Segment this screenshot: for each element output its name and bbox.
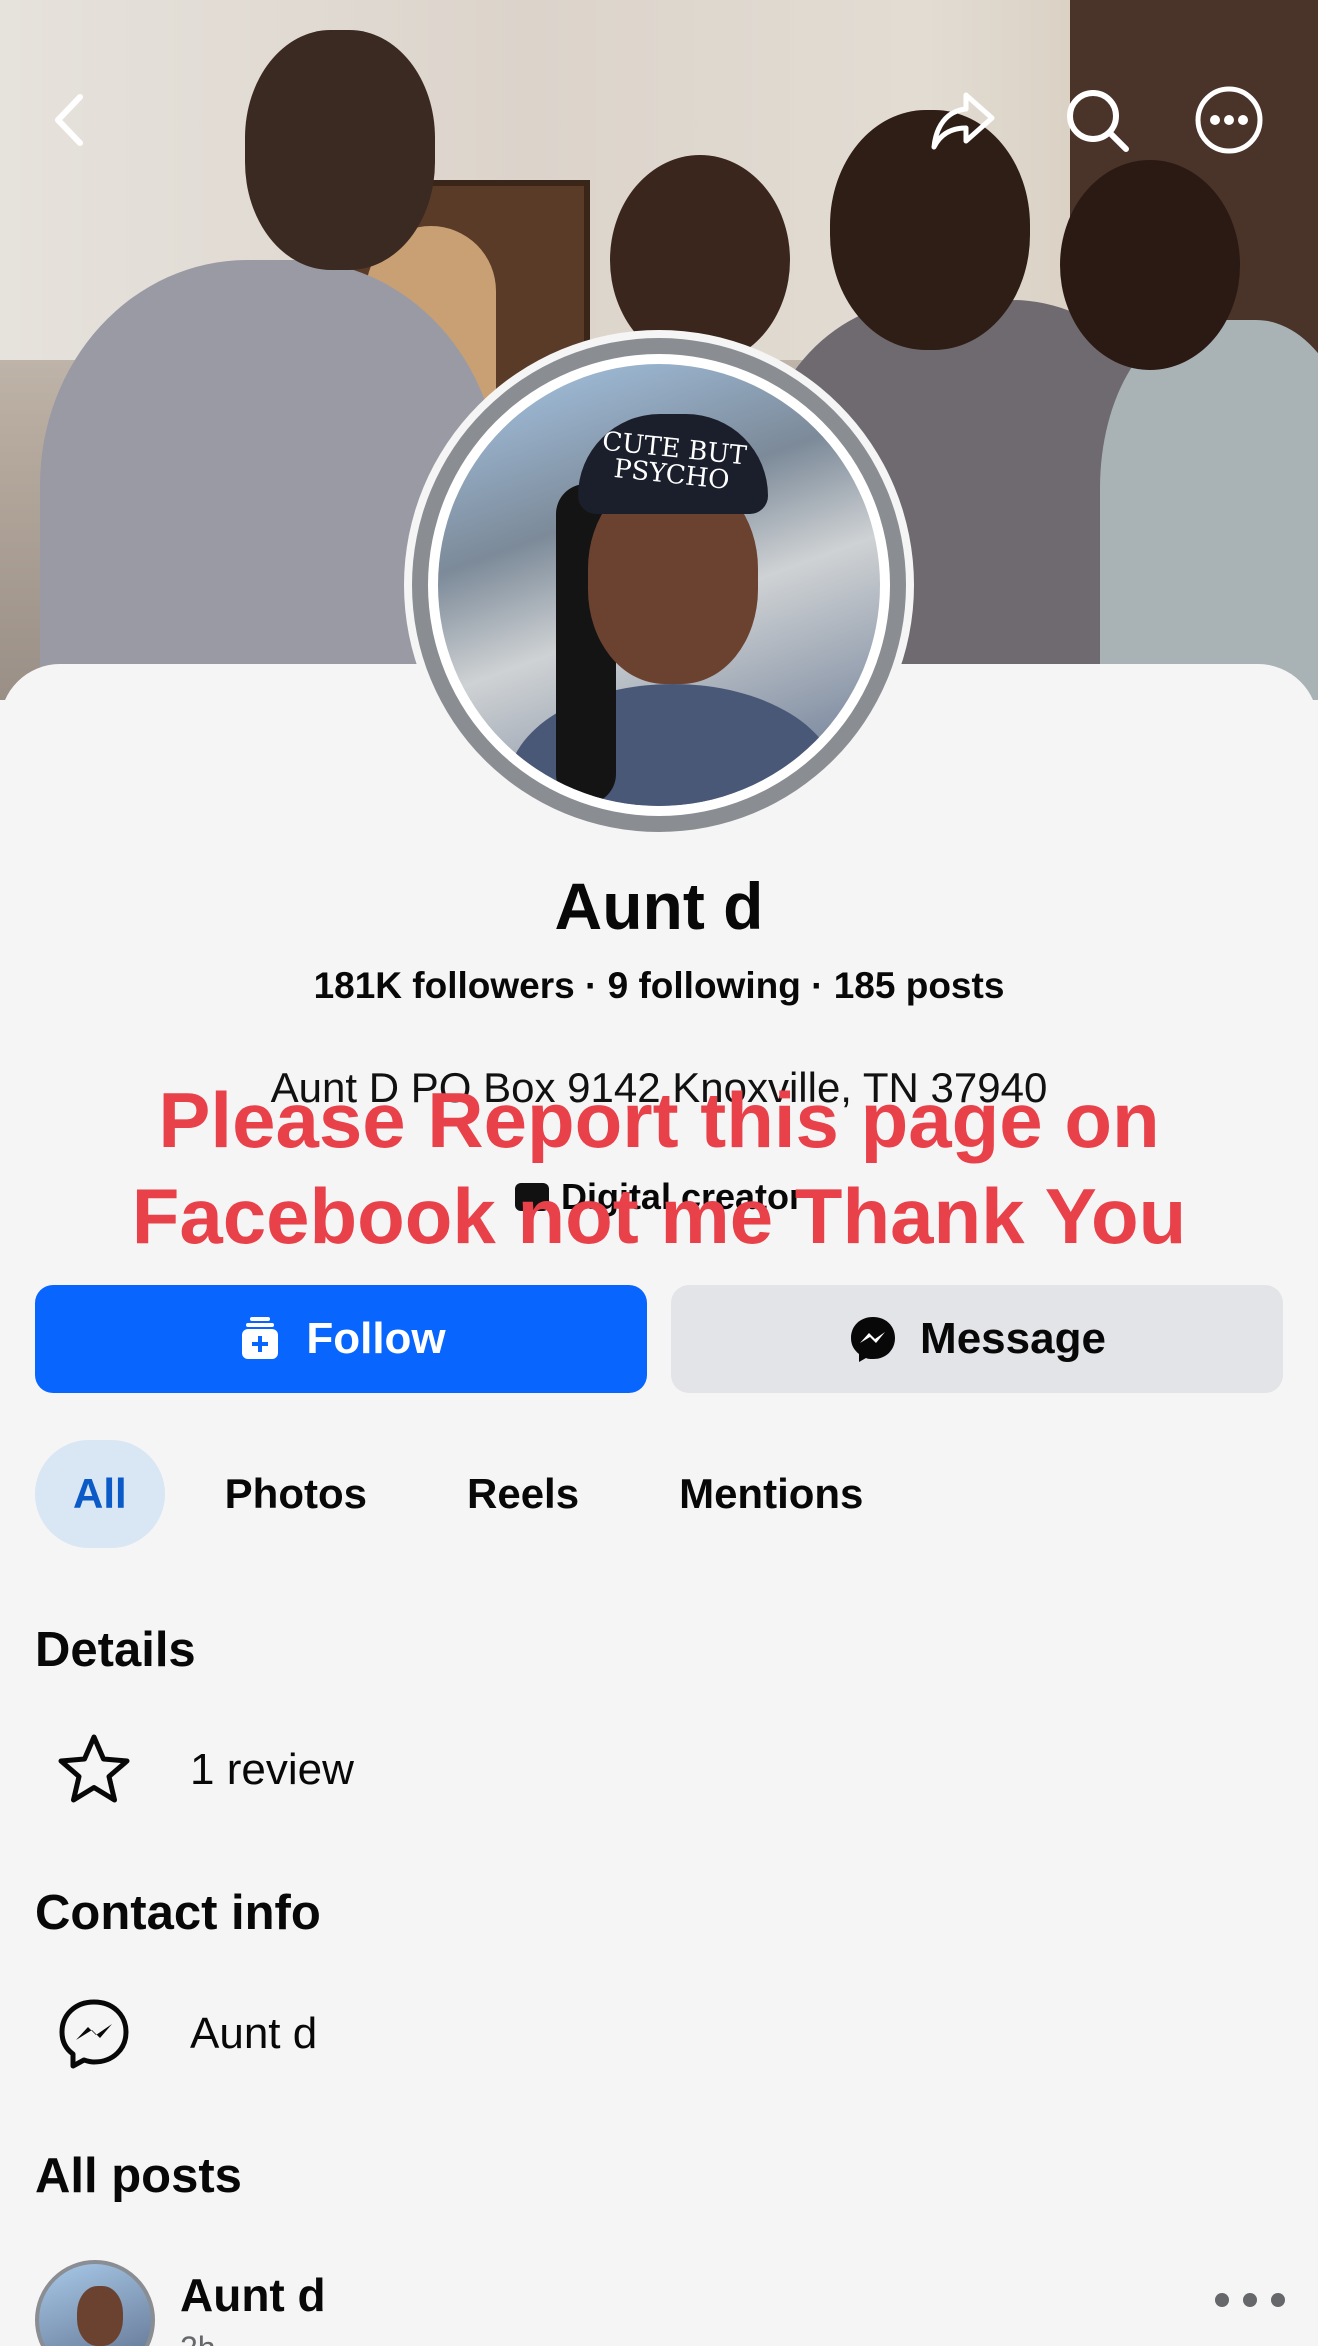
tab-reels[interactable]: Reels [427,1440,619,1548]
video-camera-icon [514,1183,549,1211]
messenger-outline-icon [59,1999,129,2069]
category-label: Digital creator [560,1176,804,1217]
search-button[interactable] [1062,85,1132,155]
follow-button[interactable]: Follow [35,1285,647,1393]
messenger-contact-row[interactable]: Aunt d [56,1996,317,2072]
dot-icon [1243,2293,1257,2307]
more-options-button[interactable] [1194,85,1264,155]
back-button[interactable] [36,85,106,155]
reviews-text: 1 review [190,1745,354,1794]
chevron-left-icon [55,94,83,146]
followers-count[interactable]: 181K [314,965,402,1006]
posts-count: 185 [833,965,896,1006]
content-tabs: All Photos Reels Mentions [35,1440,923,1548]
profile-category: Digital creator [0,1176,1318,1218]
star-icon [58,1734,130,1803]
post-author-name[interactable]: Aunt d [180,2268,326,2322]
stats-separator: · [811,965,824,1006]
following-label[interactable]: following [638,965,800,1006]
tab-all[interactable]: All [35,1440,165,1548]
follow-label: Follow [306,1314,446,1363]
post-more-button[interactable] [1215,2280,1285,2320]
post-timestamp: 2h · [180,2330,235,2346]
avatar-ring: CUTE BUT PSYCHO [412,338,906,832]
profile-address: Aunt D PO Box 9142 Knoxville, TN 37940 [270,1064,1048,1111]
dot-icon [1215,2293,1229,2307]
messenger-contact-name: Aunt d [190,2009,318,2058]
post-header: Aunt d 2h · [35,2260,1285,2346]
follow-icon [242,1317,279,1359]
search-icon [1067,90,1129,152]
profile-stats: 181K followers · 9 following · 185 posts [0,965,1318,1007]
profile-avatar[interactable]: CUTE BUT PSYCHO [404,330,914,840]
followers-label[interactable]: followers [412,965,574,1006]
details-heading: Details [35,1623,196,1677]
tab-mentions[interactable]: Mentions [639,1440,903,1548]
tab-photos[interactable]: Photos [185,1440,407,1548]
profile-name: Aunt d [554,869,764,943]
following-count[interactable]: 9 [608,965,629,1006]
avatar-inner: CUTE BUT PSYCHO [428,354,890,816]
messenger-icon [851,1317,896,1362]
more-icon [1195,86,1263,154]
all-posts-heading: All posts [35,2149,242,2203]
message-label: Message [920,1314,1106,1363]
cover-person-head [245,30,435,270]
dot-icon [1271,2293,1285,2307]
stats-separator: · [585,965,598,1006]
avatar-photo: CUTE BUT PSYCHO [438,364,880,806]
contact-info-heading: Contact info [35,1886,321,1940]
reviews-row[interactable]: 1 review [56,1732,354,1808]
cover-person-head [1060,160,1240,370]
post-author-avatar[interactable] [35,2260,155,2346]
cover-person-body [1100,320,1318,700]
share-button[interactable] [928,85,998,155]
share-icon [931,92,995,150]
posts-label: posts [905,965,1005,1006]
message-button[interactable]: Message [671,1285,1283,1393]
